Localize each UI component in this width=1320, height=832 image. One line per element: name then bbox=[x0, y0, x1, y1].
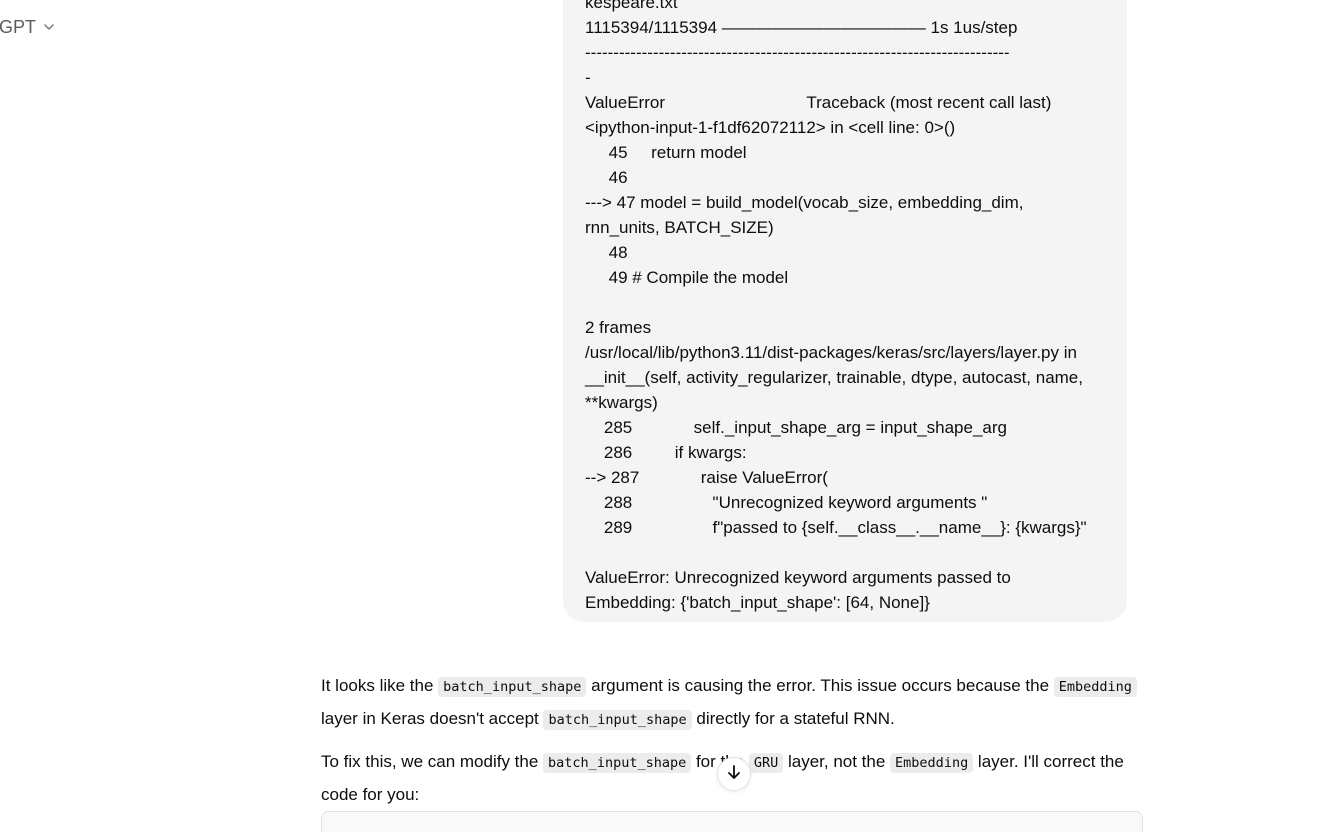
traceback-line: **kwargs) bbox=[585, 393, 658, 412]
arrow-down-icon bbox=[725, 763, 743, 786]
traceback-line: <ipython-input-1-f1df62072112> in <cell … bbox=[585, 118, 956, 137]
traceback-line: Embedding: {'batch_input_shape': [64, No… bbox=[585, 593, 930, 612]
chevron-down-icon bbox=[42, 19, 58, 35]
assistant-message: It looks like the batch_input_shape argu… bbox=[321, 670, 1141, 820]
inline-code: Embedding bbox=[890, 753, 974, 773]
text-span: layer in Keras doesn't accept bbox=[321, 709, 544, 728]
traceback-line: - bbox=[585, 68, 591, 87]
traceback-line: rnn_units, BATCH_SIZE) bbox=[585, 218, 774, 237]
inline-code: batch_input_shape bbox=[543, 753, 692, 773]
model-switcher[interactable]: tGPT bbox=[0, 14, 58, 40]
traceback-line: ValueError: Unrecognized keyword argumen… bbox=[585, 568, 1011, 587]
user-message-bubble: kespeare.txt 1115394/1115394 ————————————… bbox=[563, 0, 1127, 622]
traceback-line: 1115394/1115394 ———————————— 1s 1us/step bbox=[585, 18, 1018, 37]
scroll-to-bottom-button[interactable] bbox=[717, 757, 751, 791]
text-span: layer, not the bbox=[783, 752, 891, 771]
traceback-line: --> 287 raise ValueError( bbox=[585, 468, 828, 487]
traceback-line: kespeare.txt bbox=[585, 0, 678, 12]
text-span: To fix this, we can modify the bbox=[321, 752, 544, 771]
inline-code: GRU bbox=[748, 753, 784, 773]
text-span: It looks like the bbox=[321, 676, 439, 695]
text-span: argument is causing the error. This issu… bbox=[586, 676, 1054, 695]
inline-code: batch_input_shape bbox=[543, 710, 692, 730]
traceback-line: __init__(self, activity_regularizer, tra… bbox=[585, 368, 1083, 387]
traceback-line: 45 return model bbox=[585, 143, 747, 162]
traceback-line: 289 f"passed to {self.__class__.__name__… bbox=[585, 518, 1087, 537]
inline-code: batch_input_shape bbox=[438, 677, 587, 697]
traceback-line: ---> 47 model = build_model(vocab_size, … bbox=[585, 193, 1024, 212]
traceback-line: 49 # Compile the model bbox=[585, 268, 789, 287]
traceback-line: 286 if kwargs: bbox=[585, 443, 747, 462]
model-label: tGPT bbox=[0, 16, 37, 37]
traceback-line: 288 "Unrecognized keyword arguments " bbox=[585, 493, 988, 512]
traceback-line: 48 bbox=[585, 243, 628, 262]
assistant-paragraph-1: It looks like the batch_input_shape argu… bbox=[321, 670, 1141, 736]
traceback-line: ValueError Traceback (most recent call l… bbox=[585, 93, 1052, 112]
traceback-line: ----------------------------------------… bbox=[585, 43, 1010, 62]
traceback-line: 46 bbox=[585, 168, 628, 187]
traceback-line: 2 frames bbox=[585, 318, 652, 337]
inline-code: Embedding bbox=[1053, 677, 1137, 697]
traceback-line: /usr/local/lib/python3.11/dist-packages/… bbox=[585, 343, 1077, 362]
text-span: directly for a stateful RNN. bbox=[691, 709, 895, 728]
traceback-line: 285 self._input_shape_arg = input_shape_… bbox=[585, 418, 1007, 437]
code-block bbox=[321, 811, 1143, 832]
